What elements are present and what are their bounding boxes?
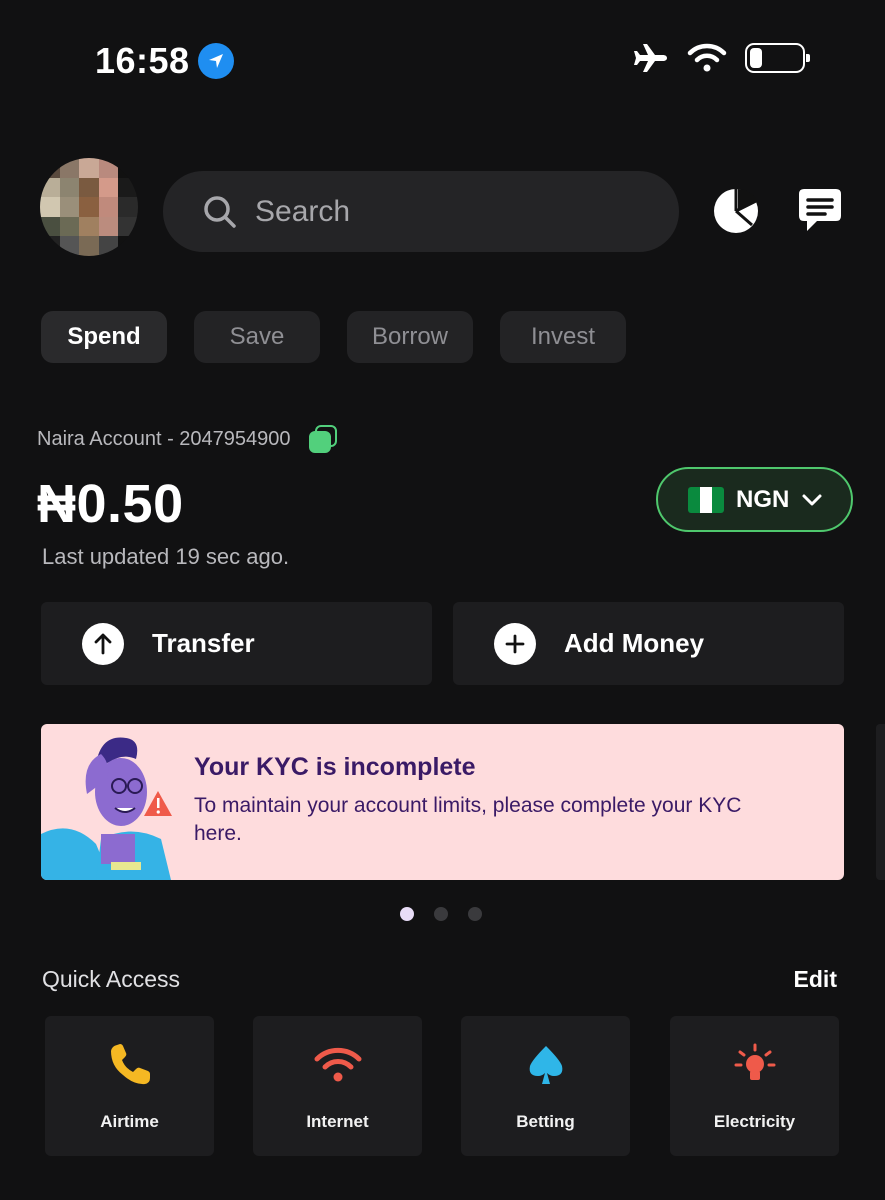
quick-access-internet[interactable]: Internet <box>253 1016 422 1156</box>
carousel-dot[interactable] <box>400 907 414 921</box>
edit-button[interactable]: Edit <box>794 966 837 993</box>
tile-label: Betting <box>516 1112 575 1131</box>
pie-chart-icon[interactable] <box>711 186 761 236</box>
carousel-dot[interactable] <box>468 907 482 921</box>
chevron-down-icon <box>802 494 822 505</box>
tile-label: Airtime <box>100 1112 159 1131</box>
clock-text: 16:58 <box>95 40 190 81</box>
transfer-button[interactable]: Transfer <box>41 602 432 685</box>
quick-access-electricity[interactable]: Electricity <box>670 1016 839 1156</box>
battery-icon <box>745 43 810 73</box>
copy-icon[interactable] <box>308 425 337 453</box>
carousel-indicator <box>400 907 482 921</box>
search-input[interactable]: Search <box>163 171 679 252</box>
banner-body: To maintain your account limits, please … <box>194 794 742 845</box>
product-tabs: Spend Save Borrow Invest <box>41 311 626 363</box>
chat-icon[interactable] <box>795 186 845 236</box>
search-placeholder: Search <box>255 194 351 228</box>
carousel-dot[interactable] <box>434 907 448 921</box>
wifi-icon <box>314 1044 362 1086</box>
phone-icon <box>107 1044 153 1086</box>
tab-invest[interactable]: Invest <box>500 311 626 363</box>
airplane-icon <box>634 44 667 72</box>
add-money-button[interactable]: Add Money <box>453 602 844 685</box>
search-icon <box>204 195 236 228</box>
quick-access-title: Quick Access <box>42 966 181 992</box>
plus-icon <box>494 622 536 665</box>
currency-code: NGN <box>736 485 790 513</box>
account-label: Naira Account - 2047954900 <box>37 427 291 450</box>
status-icons <box>633 42 810 74</box>
quick-access-betting[interactable]: Betting <box>461 1016 630 1156</box>
add-money-label: Add Money <box>564 628 705 658</box>
kyc-banner[interactable]: Your KYC is incomplete To maintain your … <box>41 724 844 880</box>
last-updated: Last updated 19 sec ago. <box>42 544 290 569</box>
spade-icon <box>526 1044 566 1086</box>
wifi-icon <box>687 43 727 72</box>
currency-selector[interactable]: NGN <box>656 467 853 532</box>
next-banner-edge[interactable] <box>876 724 885 880</box>
tab-save[interactable]: Save <box>194 311 320 363</box>
account-info: Naira Account - 2047954900 <box>37 425 337 453</box>
arrow-up-icon <box>82 622 124 665</box>
status-time: 16:58 <box>95 40 234 82</box>
tile-label: Electricity <box>713 1112 796 1131</box>
avatar[interactable] <box>40 158 138 256</box>
account-balance: ₦0.50 <box>37 474 184 534</box>
bulb-icon <box>732 1043 778 1086</box>
kyc-illustration <box>41 737 172 880</box>
tile-label: Internet <box>306 1112 369 1131</box>
tab-spend[interactable]: Spend <box>41 311 167 363</box>
transfer-label: Transfer <box>152 628 255 658</box>
quick-access-airtime[interactable]: Airtime <box>45 1016 214 1156</box>
location-arrow-icon <box>197 43 234 79</box>
banner-title: Your KYC is incomplete <box>194 753 476 781</box>
nigeria-flag-icon <box>688 486 724 513</box>
tab-borrow[interactable]: Borrow <box>347 311 473 363</box>
